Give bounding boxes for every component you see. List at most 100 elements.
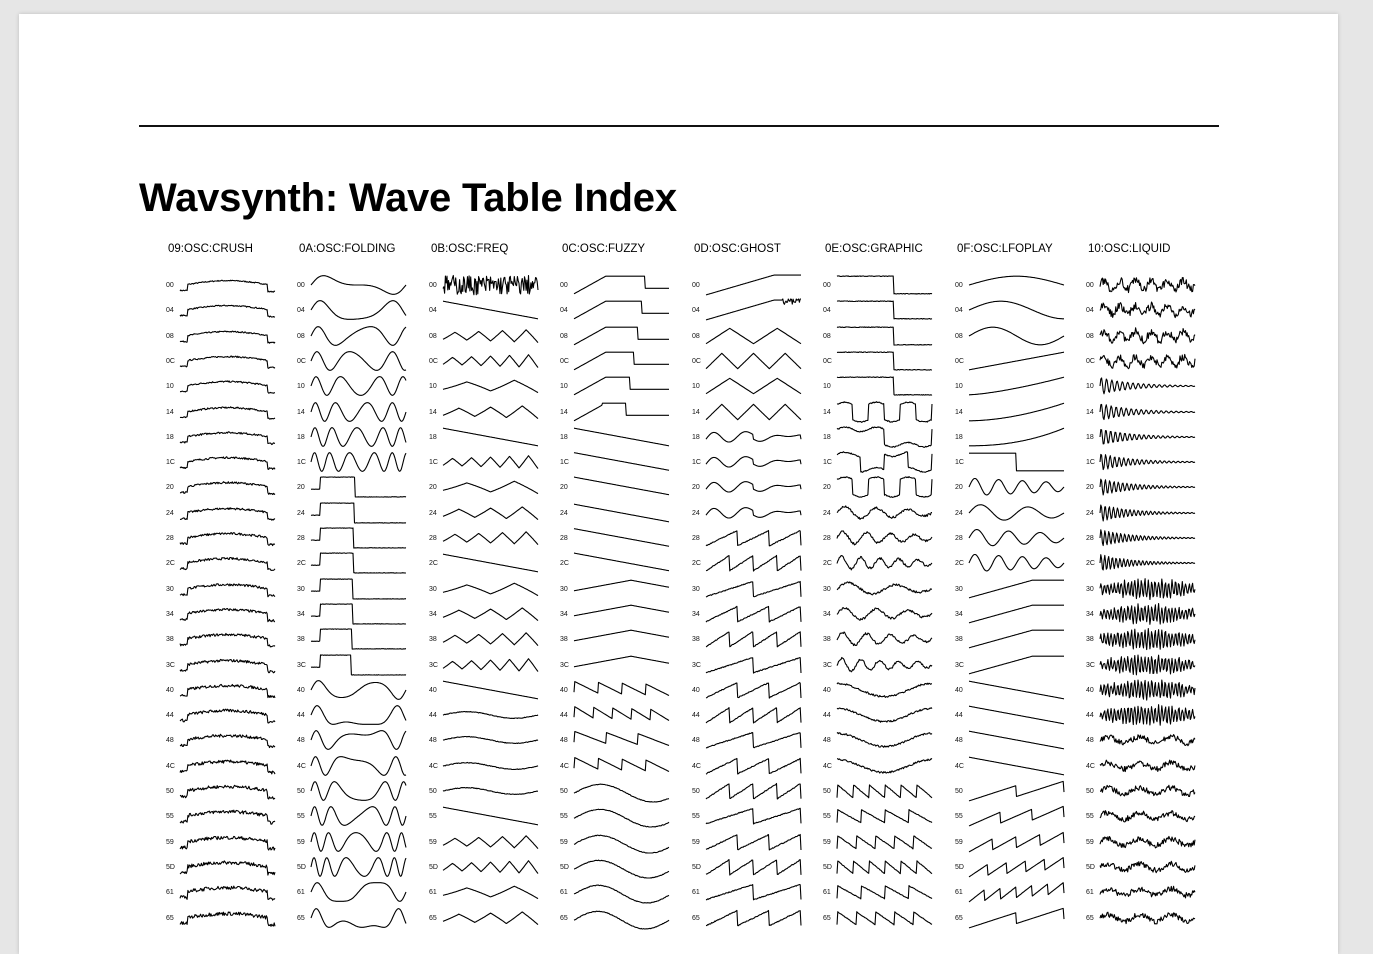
waveform-line [969,427,1065,447]
wave-row: 61 [297,879,417,905]
waveform-line [310,730,407,751]
waveform-thumbnail [968,705,1065,725]
wave-row: 18 [560,424,680,450]
waveform-thumbnail [573,476,670,496]
waveform-thumbnail [968,780,1065,802]
waveform-thumbnail [836,275,933,295]
waveform-thumbnail [573,275,669,295]
wave-row: 55 [560,803,680,829]
waveform-line [442,680,539,700]
waveform-line [836,834,933,850]
wave-row: 38 [955,626,1075,652]
column-title: 0F:OSC:LFOPLAY [957,243,1053,255]
waveform-line [573,351,669,371]
column-title: 0C:OSC:FUZZY [562,243,646,255]
waveform-line [310,628,407,650]
waveform-thumbnail [573,452,670,471]
waveform-thumbnail [573,300,669,320]
wave-column: 10:OSC:LIQUID 00 04 08 0C 10 14 18 1C 20 24 28 2C 30 3… [1086,14,1218,954]
wave-row: 28 [1086,525,1206,551]
wave-row: 0C [1086,348,1206,374]
waveform-line [836,707,933,723]
waveform-line [1099,504,1196,522]
waveform-thumbnail [310,300,407,321]
waveform-line [179,431,276,445]
waveform-thumbnail [573,706,670,722]
wave-row: 40 [1086,677,1206,703]
waveform-line [968,275,1065,286]
waveform-line [1099,377,1196,395]
waveform-line [705,909,802,926]
waveform-line [573,326,669,345]
wave-row: 2C [823,550,943,576]
wave-column: 0F:OSC:LFOPLAY 00 04 08 0C 10 14 18 1C 20 24 28 2C 30… [955,14,1087,954]
waveform-line [442,860,539,874]
wave-row: 18 [692,424,812,450]
waveform-thumbnail [573,402,669,421]
waveform-thumbnail [705,529,802,547]
waveform-line [836,682,932,698]
wave-row: 2C [1086,550,1206,576]
waveform-line [968,554,1065,572]
waveform-line [836,400,933,423]
waveform-thumbnail [179,405,276,420]
waveform-line [705,377,802,395]
wave-column: 0A:OSC:FOLDING 00 04 08 0C 10 14 18 1C 20 24 28 2C 30… [297,14,429,954]
wave-row: 55 [297,803,417,829]
wave-row: 59 [955,829,1075,855]
waveform-line [1099,654,1196,675]
waveform-line [1099,734,1196,747]
wave-row: 65 [166,905,286,931]
waveform-thumbnail [442,680,539,700]
waveform-line [179,683,276,698]
wave-row: 00 [823,272,943,298]
waveform-line [1099,784,1196,798]
wave-row: 50 [955,778,1075,804]
waveform-line [573,604,670,617]
waveform-line [179,304,276,318]
wave-row: 28 [560,525,680,551]
waveform-line [705,656,802,674]
waveform-line [1099,428,1196,445]
waveform-line [1099,704,1196,726]
waveform-line [310,806,407,827]
waveform-thumbnail [442,300,539,320]
waveform-line [968,705,1065,725]
wave-row: 55 [823,803,943,829]
wave-row: 3C [692,652,812,678]
waveform-thumbnail [442,274,539,296]
wave-row: 34 [1086,601,1206,627]
waveform-line [179,835,276,851]
wave-row: 30 [297,576,417,602]
waveform-line [968,907,1065,928]
wave-row: 18 [166,424,286,450]
wave-row: 5D [1086,854,1206,880]
waveform-line [705,456,802,468]
waveform-thumbnail [442,860,539,874]
wave-row: 5D [166,854,286,880]
waveform-line [836,505,933,520]
waveform-line [968,326,1065,345]
wave-row: 48 [560,727,680,753]
wave-row: 61 [692,879,812,905]
waveform-line [442,354,539,368]
waveform-thumbnail [1099,504,1196,522]
waveform-line [836,732,933,749]
wave-row: 65 [429,905,549,931]
waveform-thumbnail [179,481,276,496]
waveform-line [969,452,1064,472]
wave-row: 4C [823,753,943,779]
waveform-line [705,555,802,572]
wave-row: 59 [823,829,943,855]
waveform-thumbnail [836,325,933,346]
waveform-line [310,831,407,852]
waveform-line [442,786,538,795]
wave-row: 59 [429,829,549,855]
wave-row: 20 [692,474,812,500]
waveform-thumbnail [442,582,539,596]
waveform-thumbnail [573,859,670,879]
waveform-thumbnail [1099,759,1196,772]
waveform-line [310,679,407,700]
waveform-thumbnail [573,731,670,747]
waveform-thumbnail [1099,301,1196,319]
